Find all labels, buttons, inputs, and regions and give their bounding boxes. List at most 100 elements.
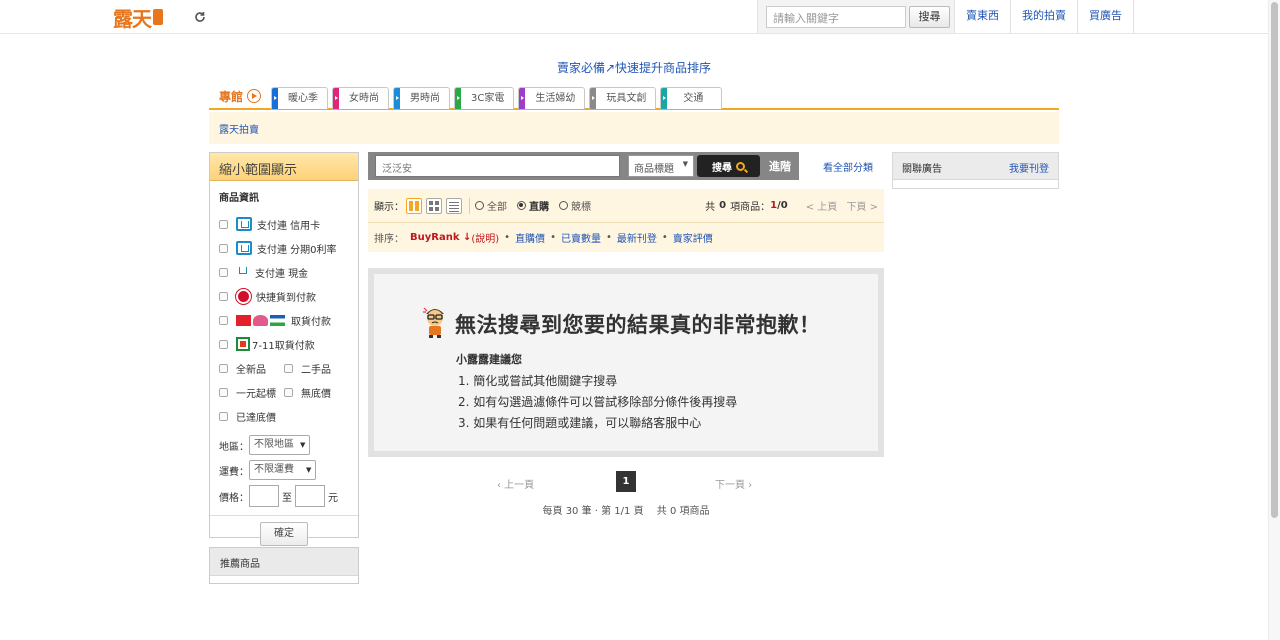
price-min-input[interactable] xyxy=(249,485,279,507)
checkbox[interactable] xyxy=(219,267,228,277)
filter-panel: 縮小範圍顯示 商品資訊 支付連 信用卡 支付連 分期0利率 支付連 現金 快捷貨… xyxy=(209,152,359,546)
filter-auction-label[interactable]: 競標 xyxy=(571,198,591,213)
checkbox[interactable] xyxy=(219,339,228,349)
shipping-select[interactable]: 不限運費 ▼ xyxy=(249,460,317,480)
filter-confirm-button[interactable]: 確定 xyxy=(260,522,308,546)
checkbox[interactable] xyxy=(219,387,228,397)
checkbox[interactable] xyxy=(219,315,228,325)
price-to-label: 至 xyxy=(282,492,292,504)
promo-link[interactable]: 賣家必備↗快速提升商品排序 xyxy=(0,59,1268,76)
price-row: 價格： 至 元 xyxy=(219,483,349,509)
checkbox[interactable] xyxy=(219,363,228,373)
pay-card-icon xyxy=(236,217,252,231)
filter-all-label[interactable]: 全部 xyxy=(487,198,507,213)
refresh-icon[interactable] xyxy=(194,11,206,23)
page-scrollbar[interactable] xyxy=(1268,0,1280,640)
filter-store-pickup-pay[interactable]: 取貨付款 xyxy=(219,308,349,332)
top-bar: 露天 請輸入關鍵字 搜尋 賣東西 我的拍賣 買廣告 xyxy=(0,0,1268,34)
tab-3c-appliance[interactable]: 3C家電 xyxy=(454,87,515,109)
filter-pay-card[interactable]: 支付連 信用卡 xyxy=(219,212,349,236)
result-count: 共 0 項商品： 1 /0 < 上頁 下頁 > xyxy=(705,198,878,213)
all-categories-link[interactable]: 看全部分類 xyxy=(823,159,873,174)
top-search-button[interactable]: 搜尋 xyxy=(909,5,950,28)
filter-pay-cash[interactable]: 支付連 現金 xyxy=(219,260,349,284)
tab-warm-season[interactable]: 暖心季 xyxy=(271,87,328,109)
tab-label: 男時尚 xyxy=(410,93,440,104)
tab-flag-icon xyxy=(333,88,339,109)
pager-prev-link[interactable]: ‹ 上一頁 xyxy=(497,476,534,491)
filter-no-reserve[interactable]: 無底價 xyxy=(284,385,349,400)
store-okmart-icon xyxy=(236,314,251,326)
top-search-input[interactable]: 請輸入關鍵字 xyxy=(766,5,906,28)
checkbox[interactable] xyxy=(284,363,293,373)
sort-newest[interactable]: 最新刊登 xyxy=(617,230,657,245)
my-auction-link[interactable]: 我的拍賣 xyxy=(1010,0,1077,33)
tab-label: 玩具文創 xyxy=(606,93,647,104)
sort-buyrank[interactable]: BuyRank ↓ xyxy=(410,232,471,243)
search-button[interactable]: 搜尋 xyxy=(697,155,760,177)
filter-one-dollar[interactable]: 一元起標 xyxy=(219,385,284,400)
sell-link[interactable]: 賣東西 xyxy=(954,0,1010,33)
radio-all[interactable] xyxy=(475,201,484,210)
sort-rating[interactable]: 賣家評價 xyxy=(673,230,713,245)
advanced-search-link[interactable]: 進階 xyxy=(769,158,791,174)
tip-list: 1. 簡化或嘗試其他關鍵字搜尋 2. 如有勾選過濾條件可以嘗試移除部分條件後再搜… xyxy=(458,371,737,434)
caret-down-icon: ▼ xyxy=(306,466,312,474)
tab-label: 生活婦幼 xyxy=(535,93,576,104)
view-mode-list-icon[interactable] xyxy=(446,197,462,214)
tab-toys-culture[interactable]: 玩具文創 xyxy=(589,87,657,109)
tab-women-fashion[interactable]: 女時尚 xyxy=(332,87,389,109)
sort-sold[interactable]: 已賣數量 xyxy=(561,230,601,245)
tab-living-baby[interactable]: 生活婦幼 xyxy=(518,87,586,109)
separator: • xyxy=(661,231,668,243)
count-value: 0 xyxy=(719,200,727,211)
post-ad-link[interactable]: 我要刊登 xyxy=(1009,160,1049,175)
prev-page-link[interactable]: < 上頁 xyxy=(806,202,838,213)
filter-label: 無底價 xyxy=(301,388,331,400)
checkbox[interactable] xyxy=(219,243,228,253)
filter-buy-now-label[interactable]: 直購 xyxy=(529,198,549,213)
filter-label: 7-11取貨付款 xyxy=(252,340,315,352)
view-mode-gallery-icon[interactable] xyxy=(406,197,422,214)
filter-pay-installment[interactable]: 支付連 分期0利率 xyxy=(219,236,349,260)
mascot-icon xyxy=(423,307,444,338)
tab-label: 交通 xyxy=(683,93,704,104)
separator: • xyxy=(504,231,511,243)
price-max-input[interactable] xyxy=(295,485,325,507)
filter-auction-row: 一元起標 無底價 xyxy=(219,380,349,404)
radio-buy-now[interactable] xyxy=(517,201,526,210)
breadcrumb-home[interactable]: 露天拍賣 xyxy=(219,125,259,136)
divider xyxy=(469,197,470,214)
filter-new[interactable]: 全新品 xyxy=(219,361,284,376)
page-nav: < 上頁 下頁 > xyxy=(800,198,878,213)
top-right-nav: 請輸入關鍵字 搜尋 賣東西 我的拍賣 買廣告 xyxy=(757,0,1134,33)
checkbox[interactable] xyxy=(219,291,228,301)
sort-help-link[interactable]: (說明) xyxy=(471,230,499,245)
radio-auction[interactable] xyxy=(559,201,568,210)
tab-men-fashion[interactable]: 男時尚 xyxy=(393,87,450,109)
next-page-link[interactable]: 下頁 > xyxy=(846,202,878,213)
checkbox[interactable] xyxy=(284,387,293,397)
search-input[interactable]: 泛泛安 xyxy=(375,155,620,177)
play-arrow-icon[interactable] xyxy=(247,89,261,103)
pager-info: 每頁 30 筆 · 第 1/1 頁 共 0 項商品 xyxy=(542,506,710,517)
sort-price[interactable]: 直購價 xyxy=(515,230,545,245)
price-unit-label: 元 xyxy=(328,492,338,504)
filter-used[interactable]: 二手品 xyxy=(284,361,349,376)
filter-reserve-met[interactable]: 已達底價 xyxy=(219,404,349,428)
pager-current-page[interactable]: 1 xyxy=(616,471,636,492)
filter-711-pickup-pay[interactable]: 7-11取貨付款 xyxy=(219,332,349,356)
checkbox[interactable] xyxy=(219,219,228,229)
search-scope-select[interactable]: 商品標題 ▼ xyxy=(628,155,694,177)
seven-eleven-icon xyxy=(236,337,250,351)
buy-ads-link[interactable]: 買廣告 xyxy=(1077,0,1134,33)
site-logo[interactable]: 露天 xyxy=(113,5,163,31)
tab-transport[interactable]: 交通 xyxy=(660,87,723,109)
pager-next-link[interactable]: 下一頁 › xyxy=(715,476,752,491)
view-mode-grid-icon[interactable] xyxy=(426,197,442,214)
checkbox[interactable] xyxy=(219,411,228,421)
category-label[interactable]: 專館 xyxy=(219,88,243,105)
filter-cod[interactable]: 快捷貨到付款 xyxy=(219,284,349,308)
region-select[interactable]: 不限地區 ▼ xyxy=(249,435,311,455)
scrollbar-thumb[interactable] xyxy=(1271,2,1278,518)
